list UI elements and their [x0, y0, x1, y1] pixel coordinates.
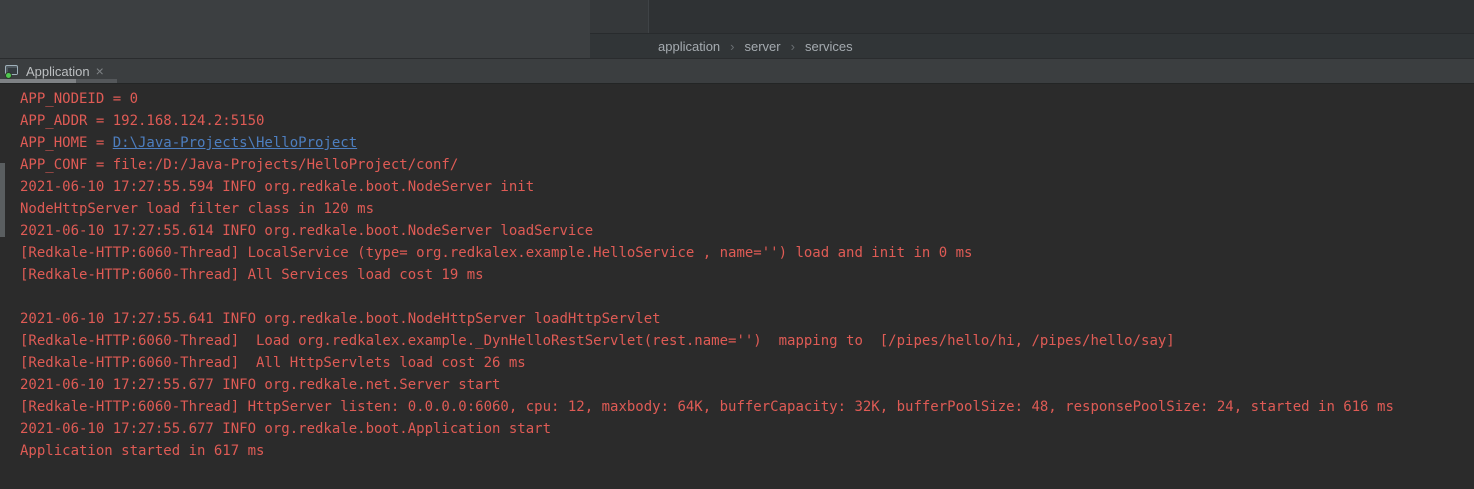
console-line: APP_NODEID = 0 [20, 88, 1474, 110]
console-line: 2021-06-10 17:27:55.677 INFO org.redkale… [20, 374, 1474, 396]
console-line: [Redkale-HTTP:6060-Thread] Load org.redk… [20, 330, 1474, 352]
file-link[interactable]: D:\Java-Projects\HelloProject [113, 135, 357, 151]
breadcrumb: application › server › services [590, 33, 1474, 58]
editor-divider [648, 0, 649, 33]
console-icon [4, 63, 20, 79]
console-line: 2021-06-10 17:27:55.641 INFO org.redkale… [20, 308, 1474, 330]
breadcrumb-item-services[interactable]: services [805, 39, 853, 54]
run-tabbar: Application × [0, 58, 1474, 84]
running-indicator-icon [5, 72, 12, 79]
console-line: 2021-06-10 17:27:55.594 INFO org.redkale… [20, 176, 1474, 198]
console-line: 2021-06-10 17:27:55.677 INFO org.redkale… [20, 418, 1474, 440]
console-line-prefix: APP_HOME = [20, 135, 113, 151]
scrollbar-thumb[interactable] [0, 163, 5, 237]
close-icon[interactable]: × [96, 64, 104, 78]
console-line: APP_HOME = D:\Java-Projects\HelloProject [20, 132, 1474, 154]
console-line: [Redkale-HTTP:6060-Thread] All Services … [20, 264, 1474, 286]
chevron-right-icon: › [791, 39, 795, 54]
console-line: APP_ADDR = 192.168.124.2:5150 [20, 110, 1474, 132]
console-line: NodeHttpServer load filter class in 120 … [20, 198, 1474, 220]
console-line: 2021-06-10 17:27:55.614 INFO org.redkale… [20, 220, 1474, 242]
console-line: [Redkale-HTTP:6060-Thread] HttpServer li… [20, 396, 1474, 418]
console-line: [Redkale-HTTP:6060-Thread] LocalService … [20, 242, 1474, 264]
tab-underline [0, 79, 117, 83]
breadcrumb-item-application[interactable]: application [658, 39, 720, 54]
tab-label: Application [26, 64, 90, 79]
editor-area [590, 0, 1474, 33]
top-region: application › server › services [0, 0, 1474, 58]
console-line: Application started in 617 ms [20, 440, 1474, 462]
chevron-right-icon: › [730, 39, 734, 54]
console-output[interactable]: APP_NODEID = 0 APP_ADDR = 192.168.124.2:… [0, 84, 1474, 489]
editor-gutter [590, 0, 648, 33]
console-line: APP_CONF = file:/D:/Java-Projects/HelloP… [20, 154, 1474, 176]
console-line: [Redkale-HTTP:6060-Thread] All HttpServl… [20, 352, 1474, 374]
console-line [20, 286, 1474, 308]
breadcrumb-item-server[interactable]: server [745, 39, 781, 54]
tool-window-panel [0, 0, 590, 58]
